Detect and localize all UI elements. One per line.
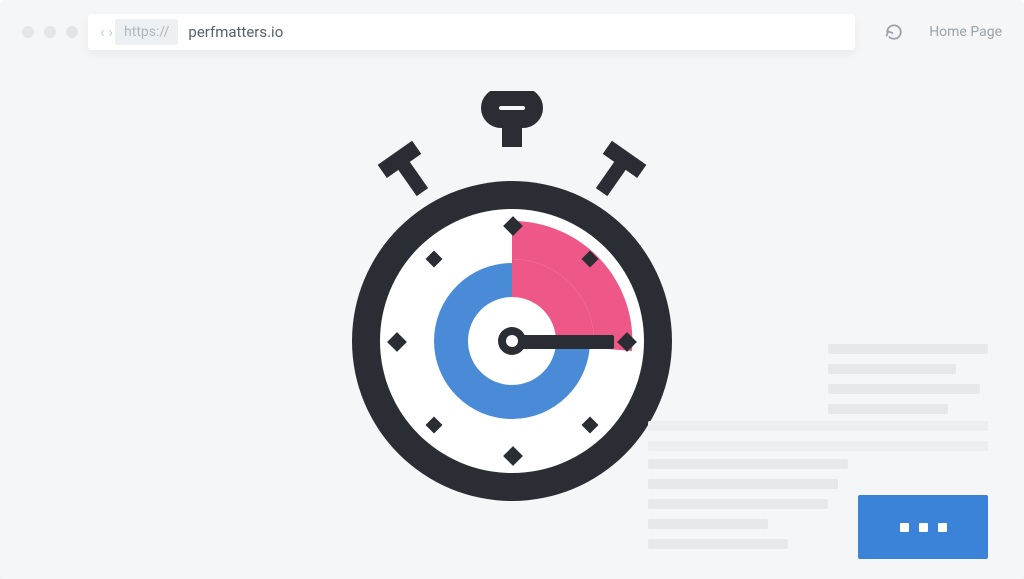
page-label: Home Page bbox=[929, 24, 1002, 40]
dot-icon bbox=[919, 523, 928, 532]
dot-icon bbox=[900, 523, 909, 532]
cta-button[interactable] bbox=[858, 495, 988, 559]
placeholder-text-block bbox=[828, 344, 988, 424]
stopwatch-icon bbox=[332, 91, 692, 511]
address-bar[interactable]: ‹ › https:// perfmatters.io bbox=[88, 14, 855, 50]
browser-window: ‹ › https:// perfmatters.io Home Page bbox=[0, 0, 1024, 579]
browser-chrome: ‹ › https:// perfmatters.io Home Page bbox=[0, 0, 1024, 64]
traffic-light-max[interactable] bbox=[66, 26, 78, 38]
url-scheme: https:// bbox=[115, 19, 178, 45]
url-text: perfmatters.io bbox=[188, 23, 283, 41]
traffic-light-close[interactable] bbox=[22, 26, 34, 38]
dot-icon bbox=[938, 523, 947, 532]
nav-arrows: ‹ › bbox=[100, 23, 113, 41]
window-controls bbox=[22, 26, 78, 38]
refresh-icon[interactable] bbox=[885, 23, 903, 41]
forward-icon[interactable]: › bbox=[109, 23, 114, 41]
traffic-light-min[interactable] bbox=[44, 26, 56, 38]
placeholder-text-wide bbox=[648, 421, 988, 461]
placeholder-text-block-2 bbox=[648, 459, 848, 559]
page-viewport bbox=[0, 64, 1024, 579]
back-icon[interactable]: ‹ bbox=[100, 23, 105, 41]
